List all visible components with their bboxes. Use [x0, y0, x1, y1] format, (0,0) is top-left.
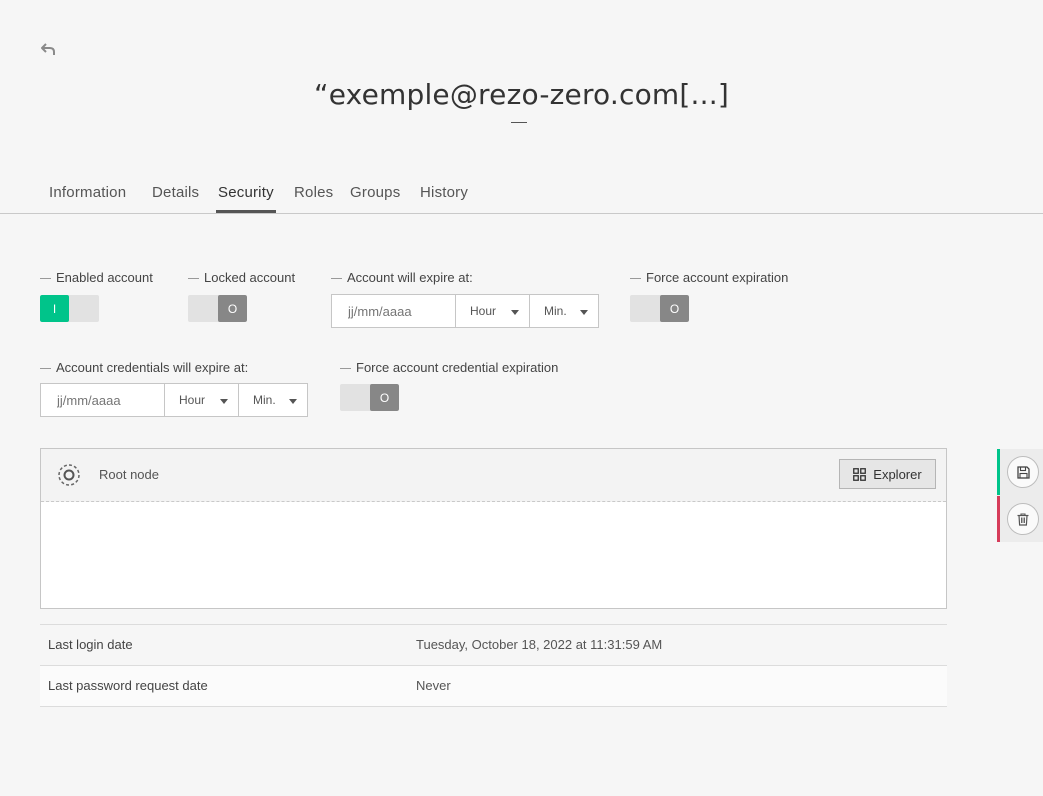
target-node-icon	[58, 464, 80, 486]
account-expire-date-input[interactable]	[332, 295, 456, 327]
caret-down-icon	[289, 399, 297, 404]
root-node-label: Root node	[99, 467, 159, 482]
account-expire-hour-select[interactable]: Hour	[456, 295, 530, 327]
tab-security[interactable]: Security	[216, 184, 276, 213]
caret-down-icon	[220, 399, 228, 404]
locked-account-label: Locked account	[188, 270, 295, 285]
credentials-expire-hour-select[interactable]: Hour	[165, 384, 239, 416]
grid-icon	[853, 467, 867, 481]
tab-history[interactable]: History	[420, 184, 468, 213]
locked-account-label-text: Locked account	[204, 270, 296, 285]
node-picker: Root node Explorer	[40, 448, 947, 609]
floppy-disk-icon	[1016, 465, 1030, 479]
force-account-expiration-label-text: Force account expiration	[646, 270, 789, 285]
force-credential-expiration-label-text: Force account credential expiration	[356, 360, 559, 375]
table-row: Last password request date Never	[40, 666, 947, 707]
tab-details[interactable]: Details	[152, 184, 199, 213]
force-credential-expiration-label: Force account credential expiration	[340, 360, 558, 375]
hour-select-label: Hour	[470, 304, 497, 318]
explorer-button[interactable]: Explorer	[839, 459, 936, 489]
account-expire-datetime: Hour Min.	[331, 294, 599, 328]
reply-arrow-icon	[41, 43, 55, 55]
tab-roles[interactable]: Roles	[294, 184, 333, 213]
delete-circle	[1007, 503, 1039, 535]
delete-accent-bar	[997, 496, 1000, 542]
force-credential-expiration-toggle[interactable]: O	[340, 384, 399, 411]
side-actions	[997, 449, 1043, 542]
page-title-wrap: “exemple@rezo-zero.com[...]	[0, 78, 1043, 111]
table-row: Last login date Tuesday, October 18, 202…	[40, 625, 947, 666]
save-circle	[1007, 456, 1039, 488]
user-edit-page: “exemple@rezo-zero.com[...] Information …	[0, 0, 1043, 796]
credentials-expire-label-text: Account credentials will expire at:	[56, 360, 249, 375]
delete-button[interactable]	[997, 496, 1043, 542]
node-picker-body[interactable]	[41, 502, 946, 609]
minute-select-label: Min.	[253, 393, 276, 407]
toggle-knob: O	[370, 384, 399, 411]
caret-down-icon	[511, 310, 519, 315]
save-button[interactable]	[997, 449, 1043, 495]
account-expire-minute-select[interactable]: Min.	[530, 295, 598, 327]
page-title: “exemple@rezo-zero.com[...]	[314, 78, 729, 111]
account-expire-label: Account will expire at:	[331, 270, 473, 285]
explorer-button-label: Explorer	[873, 466, 922, 482]
info-table: Last login date Tuesday, October 18, 202…	[40, 624, 947, 707]
enabled-account-label-text: Enabled account	[56, 270, 153, 285]
node-picker-header: Root node Explorer	[41, 449, 946, 502]
last-password-request-label: Last password request date	[48, 678, 208, 693]
toggle-knob: I	[40, 295, 69, 322]
enabled-account-toggle[interactable]: I	[40, 295, 99, 322]
toggle-knob: O	[660, 295, 689, 322]
toggle-knob: O	[218, 295, 247, 322]
minute-select-label: Min.	[544, 304, 567, 318]
credentials-expire-date-input[interactable]	[41, 384, 165, 416]
tab-information[interactable]: Information	[49, 184, 126, 213]
enabled-account-label: Enabled account	[40, 270, 153, 285]
caret-down-icon	[580, 310, 588, 315]
last-password-request-value: Never	[416, 678, 451, 693]
force-account-expiration-toggle[interactable]: O	[630, 295, 689, 322]
back-button[interactable]	[38, 40, 58, 58]
title-divider	[511, 122, 527, 123]
save-accent-bar	[997, 449, 1000, 495]
tab-groups[interactable]: Groups	[350, 184, 400, 213]
credentials-expire-label: Account credentials will expire at:	[40, 360, 248, 375]
trash-icon	[1017, 512, 1029, 526]
locked-account-toggle[interactable]: O	[188, 295, 247, 322]
account-expire-label-text: Account will expire at:	[347, 270, 473, 285]
last-login-value: Tuesday, October 18, 2022 at 11:31:59 AM	[416, 637, 663, 652]
force-account-expiration-label: Force account expiration	[630, 270, 788, 285]
last-login-label: Last login date	[48, 637, 133, 652]
credentials-expire-datetime: Hour Min.	[40, 383, 308, 417]
credentials-expire-minute-select[interactable]: Min.	[239, 384, 307, 416]
tab-bar: Information Details Security Roles Group…	[0, 174, 1043, 214]
hour-select-label: Hour	[179, 393, 206, 407]
